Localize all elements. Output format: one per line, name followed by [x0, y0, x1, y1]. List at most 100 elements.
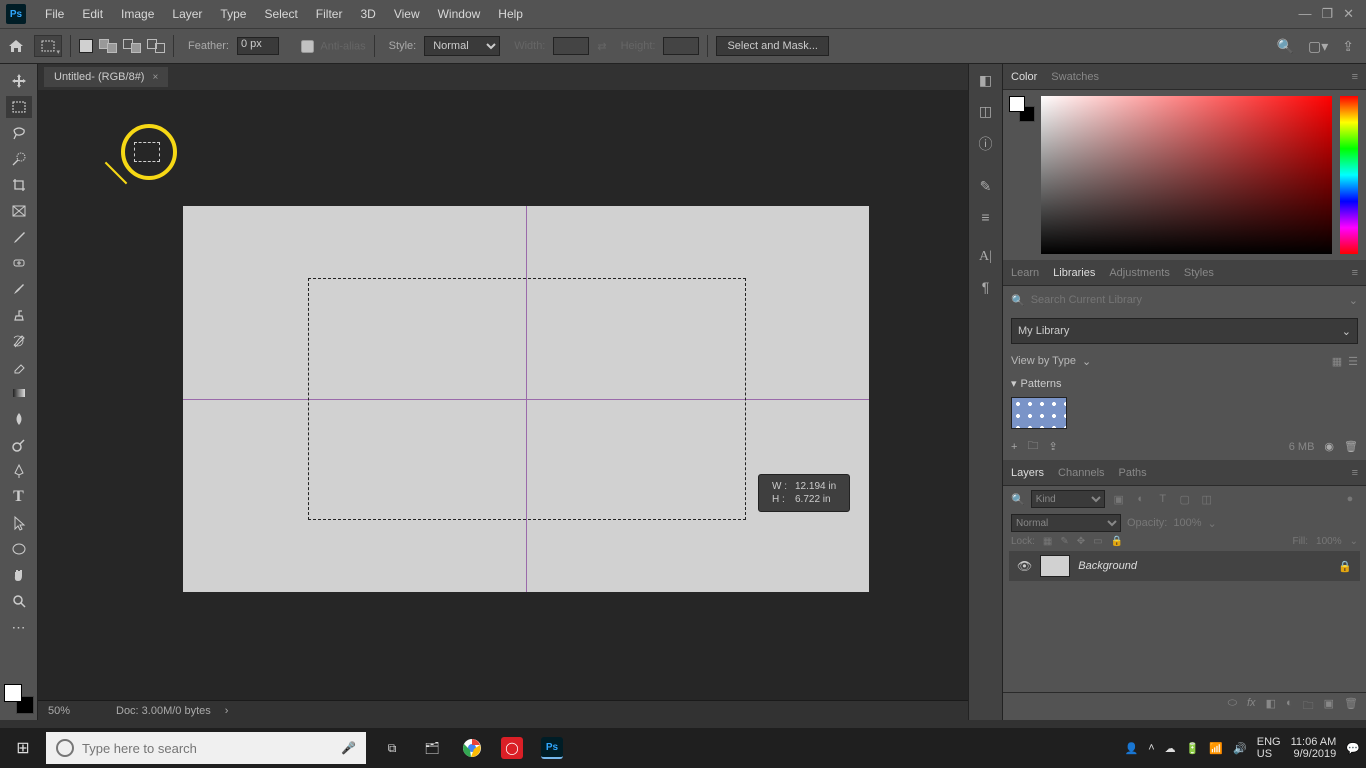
creative-cloud-icon[interactable]: ◯	[492, 728, 532, 768]
wifi-icon[interactable]: 📶	[1209, 742, 1223, 755]
add-icon[interactable]: +	[1011, 441, 1017, 453]
brush-tool[interactable]	[6, 278, 32, 300]
intersect-selection-icon[interactable]	[147, 39, 165, 53]
taskbar-search-input[interactable]	[82, 741, 333, 756]
dodge-tool[interactable]	[6, 434, 32, 456]
home-icon[interactable]	[6, 36, 26, 56]
quick-selection-tool[interactable]	[6, 148, 32, 170]
eyedropper-tool[interactable]	[6, 226, 32, 248]
lock-icon[interactable]: 🔒	[1338, 560, 1352, 573]
list-view-icon[interactable]: ☰	[1348, 355, 1358, 368]
menu-select[interactable]: Select	[255, 7, 306, 21]
subtract-selection-icon[interactable]	[123, 39, 141, 53]
mic-icon[interactable]: 🎤	[341, 741, 356, 755]
brush-settings-icon[interactable]: ≡	[981, 209, 989, 225]
task-view-icon[interactable]: ⧉	[372, 728, 412, 768]
document-tab[interactable]: Untitled- (RGB/8#) ×	[44, 67, 168, 87]
layer-row-background[interactable]: 👁 Background 🔒	[1009, 551, 1360, 581]
gradient-tool[interactable]	[6, 382, 32, 404]
menu-view[interactable]: View	[385, 7, 429, 21]
people-icon[interactable]: 👤	[1125, 742, 1139, 755]
start-button[interactable]: ⊞	[0, 738, 46, 758]
menu-window[interactable]: Window	[429, 7, 490, 21]
layer-name[interactable]: Background	[1078, 560, 1137, 572]
status-chevron-icon[interactable]: ›	[225, 705, 229, 717]
panel-menu-icon[interactable]: ≡	[1352, 267, 1358, 279]
menu-help[interactable]: Help	[489, 7, 532, 21]
pattern-thumbnail[interactable]	[1011, 397, 1067, 429]
paragraph-icon[interactable]: ¶	[982, 279, 990, 295]
filter-adjust-icon[interactable]: ◐	[1133, 493, 1149, 505]
view-by-type[interactable]: View by Type	[1011, 355, 1076, 367]
taskbar-search[interactable]: 🎤	[46, 732, 366, 764]
color-field[interactable]	[1041, 96, 1332, 254]
feather-input[interactable]: 0 px	[237, 37, 279, 55]
layer-filter-kind[interactable]: Kind	[1031, 490, 1105, 508]
panel-menu-icon[interactable]: ≡	[1352, 71, 1358, 83]
filter-toggle[interactable]: ●	[1342, 493, 1358, 505]
filter-type-icon[interactable]: T	[1155, 493, 1171, 505]
visibility-icon[interactable]: 👁	[1017, 559, 1032, 573]
filter-shape-icon[interactable]: ▢	[1177, 493, 1193, 506]
tab-color[interactable]: Color	[1011, 71, 1037, 83]
chevron-down-icon[interactable]: ⌄	[1082, 355, 1091, 368]
new-selection-icon[interactable]	[79, 39, 93, 53]
document-info[interactable]: Doc: 3.00M/0 bytes	[116, 705, 211, 717]
minimize-icon[interactable]: —	[1298, 6, 1311, 22]
info-icon[interactable]: ⓘ	[979, 134, 993, 154]
edit-toolbar-icon[interactable]: ⋯	[6, 616, 32, 638]
menu-image[interactable]: Image	[112, 7, 163, 21]
lock-all-icon[interactable]: 🔒	[1111, 536, 1123, 547]
patterns-group[interactable]: ▾ Patterns	[1011, 374, 1358, 393]
menu-layer[interactable]: Layer	[163, 7, 211, 21]
mask-icon[interactable]: ◧	[1266, 697, 1276, 716]
upload-icon[interactable]: ⇪	[1048, 440, 1057, 453]
frame-tool[interactable]	[6, 200, 32, 222]
tab-channels[interactable]: Channels	[1058, 467, 1104, 479]
file-explorer-icon[interactable]: 🗂	[412, 728, 452, 768]
close-icon[interactable]: ✕	[1343, 6, 1354, 22]
tray-chevron-icon[interactable]: ˄	[1148, 742, 1154, 754]
folder-icon[interactable]: 🗀	[1027, 437, 1038, 456]
library-search[interactable]: 🔍 ⌄	[1003, 286, 1366, 314]
restore-icon[interactable]: ❐	[1321, 6, 1333, 22]
tab-styles[interactable]: Styles	[1184, 267, 1214, 279]
menu-type[interactable]: Type	[211, 7, 255, 21]
onedrive-icon[interactable]: ☁	[1165, 742, 1176, 755]
search-icon[interactable]: 🔍	[1277, 38, 1294, 55]
library-select[interactable]: My Library⌄	[1011, 318, 1358, 344]
panel-menu-icon[interactable]: ≡	[1352, 467, 1358, 479]
library-search-input[interactable]	[1031, 294, 1343, 306]
fx-icon[interactable]: fx	[1247, 697, 1256, 716]
chrome-icon[interactable]	[452, 728, 492, 768]
filter-smart-icon[interactable]: ◫	[1199, 493, 1215, 506]
zoom-tool[interactable]	[6, 590, 32, 612]
healing-brush-tool[interactable]	[6, 252, 32, 274]
menu-3d[interactable]: 3D	[351, 7, 384, 21]
adjustment-icon[interactable]: ◐	[1286, 697, 1293, 716]
volume-icon[interactable]: 🔊	[1233, 742, 1247, 755]
layer-thumbnail[interactable]	[1040, 555, 1070, 577]
delete-layer-icon[interactable]: 🗑	[1344, 697, 1358, 716]
menu-edit[interactable]: Edit	[73, 7, 112, 21]
share-icon[interactable]: ⇪	[1342, 38, 1354, 55]
path-selection-tool[interactable]	[6, 512, 32, 534]
menu-file[interactable]: File	[36, 7, 73, 21]
group-icon[interactable]: 🗀	[1303, 697, 1314, 716]
grid-view-icon[interactable]: ▦	[1332, 355, 1342, 368]
menu-filter[interactable]: Filter	[307, 7, 352, 21]
clone-stamp-tool[interactable]	[6, 304, 32, 326]
notifications-icon[interactable]: 💬	[1346, 742, 1360, 755]
workspace-icon[interactable]: ▢▾	[1308, 38, 1328, 55]
cloud-icon[interactable]: ◉	[1324, 440, 1334, 453]
lock-pos-icon[interactable]: ✥	[1077, 536, 1085, 547]
rectangular-marquee-tool[interactable]	[6, 96, 32, 118]
hue-slider[interactable]	[1340, 96, 1358, 254]
filter-pixel-icon[interactable]: ▣	[1111, 493, 1127, 506]
current-tool-icon[interactable]: ▾	[34, 35, 62, 57]
history-brush-tool[interactable]	[6, 330, 32, 352]
tab-learn[interactable]: Learn	[1011, 267, 1039, 279]
clock[interactable]: 11:06 AM 9/9/2019	[1291, 736, 1337, 760]
chevron-down-icon[interactable]: ⌄	[1349, 294, 1358, 307]
battery-icon[interactable]: 🔋	[1186, 742, 1200, 755]
